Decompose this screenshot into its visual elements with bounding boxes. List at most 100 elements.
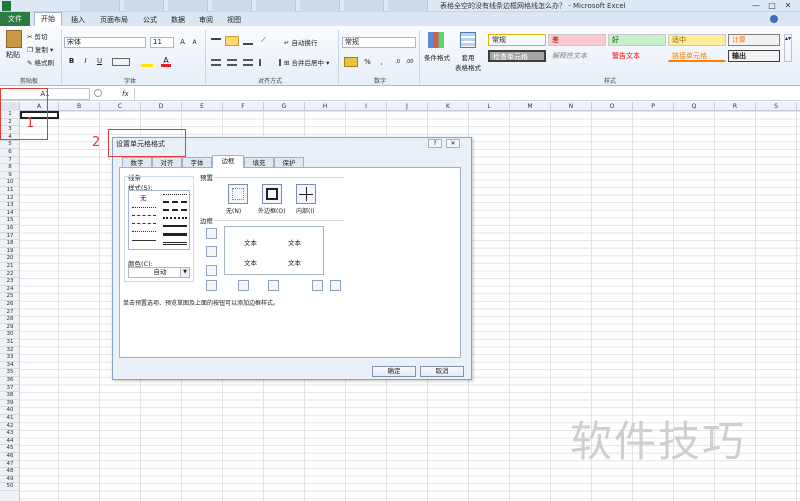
row-header[interactable]: 35 <box>0 369 20 377</box>
redo-icon[interactable] <box>44 1 53 10</box>
row-header[interactable]: 38 <box>0 392 20 400</box>
row-header[interactable]: 14 <box>0 210 20 218</box>
undo-icon[interactable] <box>26 1 35 10</box>
taskbar-tab[interactable] <box>388 0 428 12</box>
row-header[interactable]: 7 <box>0 157 20 165</box>
cancel-entry-icon[interactable] <box>94 89 102 97</box>
styles-scroll[interactable]: ▴▾ <box>784 34 792 62</box>
line-style-option[interactable] <box>132 223 156 224</box>
top-align-icon[interactable] <box>211 38 221 45</box>
chevron-down-icon[interactable]: ▼ <box>180 268 189 277</box>
number-format-combo[interactable]: 常规 <box>342 37 416 48</box>
style-warning[interactable]: 警告文本 <box>608 50 666 62</box>
decrease-indent-icon[interactable] <box>259 59 268 66</box>
column-header[interactable]: J <box>387 102 428 111</box>
borders-icon[interactable] <box>112 58 130 66</box>
row-header[interactable]: 39 <box>0 400 20 408</box>
row-header[interactable]: 46 <box>0 453 20 461</box>
line-style-option[interactable] <box>163 194 187 195</box>
comma-button[interactable]: , <box>376 57 387 68</box>
row-header[interactable]: 40 <box>0 407 20 415</box>
border-diag-down-button[interactable] <box>330 280 341 291</box>
column-header[interactable]: B <box>59 102 100 111</box>
border-left-button[interactable] <box>238 280 249 291</box>
column-header[interactable]: D <box>141 102 182 111</box>
line-style-option[interactable] <box>163 201 187 203</box>
row-header[interactable]: 32 <box>0 347 20 355</box>
taskbar-tab[interactable] <box>300 0 340 12</box>
tab-formulas[interactable]: 公式 <box>138 14 162 26</box>
row-header[interactable]: 16 <box>0 225 20 233</box>
wrap-text-button[interactable]: ↵ 自动换行 <box>284 37 318 47</box>
font-color-icon[interactable]: A <box>161 56 171 67</box>
row-header[interactable]: 10 <box>0 179 20 187</box>
row-header[interactable]: 26 <box>0 301 20 309</box>
column-header[interactable]: H <box>305 102 346 111</box>
row-header[interactable]: 20 <box>0 255 20 263</box>
preset-inside-button[interactable] <box>296 184 316 204</box>
row-header[interactable]: 6 <box>0 149 20 157</box>
taskbar-tab[interactable] <box>256 0 296 12</box>
insert-function-button[interactable]: fx <box>122 88 132 100</box>
column-header[interactable]: Q <box>674 102 715 111</box>
column-header[interactable]: C <box>100 102 141 111</box>
row-header[interactable]: 50 <box>0 483 20 491</box>
row-header[interactable]: 9 <box>0 172 20 180</box>
preset-outline-button[interactable] <box>262 184 282 204</box>
line-style-option[interactable] <box>132 231 156 232</box>
table-format-icon[interactable] <box>460 32 476 48</box>
row-header[interactable]: 44 <box>0 438 20 446</box>
orientation-icon[interactable]: ⟋ <box>258 35 269 46</box>
row-header[interactable]: 18 <box>0 240 20 248</box>
fill-color-icon[interactable] <box>141 57 153 67</box>
column-header[interactable]: G <box>264 102 305 111</box>
line-style-option[interactable] <box>163 217 187 219</box>
row-header[interactable]: 13 <box>0 202 20 210</box>
line-style-list[interactable] <box>128 190 190 250</box>
row-header[interactable]: 27 <box>0 309 20 317</box>
row-header[interactable]: 37 <box>0 385 20 393</box>
tab-page-layout[interactable]: 页面布局 <box>94 14 134 26</box>
row-header[interactable]: 23 <box>0 278 20 286</box>
column-header[interactable]: O <box>592 102 633 111</box>
row-header[interactable]: 49 <box>0 476 20 484</box>
row-header[interactable]: 34 <box>0 362 20 370</box>
row-header[interactable]: 31 <box>0 339 20 347</box>
row-header[interactable]: 24 <box>0 286 20 294</box>
row-header[interactable]: 42 <box>0 423 20 431</box>
dialog-tab-border[interactable]: 边框 <box>212 155 244 168</box>
format-painter-button[interactable]: ✎ 格式刷 <box>27 57 54 67</box>
center-icon[interactable] <box>227 59 237 66</box>
underline-button[interactable]: U <box>94 56 105 67</box>
taskbar-tab[interactable] <box>80 0 120 12</box>
taskbar-tab[interactable] <box>124 0 164 12</box>
dialog-close-button[interactable]: ✕ <box>446 139 460 148</box>
line-style-option[interactable] <box>132 240 156 241</box>
row-header[interactable]: 15 <box>0 217 20 225</box>
conditional-format-icon[interactable] <box>428 32 444 48</box>
font-name-combo[interactable]: 宋体 <box>64 37 146 48</box>
paste-button-label[interactable]: 粘贴 <box>6 50 20 60</box>
border-bottom-button[interactable] <box>206 265 217 276</box>
cut-button[interactable]: ✂ 剪切 <box>27 31 48 41</box>
column-header[interactable]: F <box>223 102 264 111</box>
ok-button[interactable]: 确定 <box>372 366 416 377</box>
border-diag-up-button[interactable] <box>206 280 217 291</box>
row-header[interactable]: 33 <box>0 354 20 362</box>
decrease-decimal-icon[interactable]: .00 <box>404 57 415 68</box>
shrink-font-icon[interactable]: A <box>189 37 200 48</box>
border-top-button[interactable] <box>206 228 217 239</box>
align-left-icon[interactable] <box>211 59 221 66</box>
italic-button[interactable]: I <box>80 56 91 67</box>
style-normal[interactable]: 常规 <box>488 34 546 46</box>
tab-insert[interactable]: 插入 <box>66 14 90 26</box>
tab-home[interactable]: 开始 <box>34 12 62 27</box>
row-header[interactable]: 8 <box>0 164 20 172</box>
column-header[interactable]: M <box>510 102 551 111</box>
preset-none-button[interactable] <box>228 184 248 204</box>
column-header[interactable]: P <box>633 102 674 111</box>
bottom-align-icon[interactable] <box>243 38 253 45</box>
style-output[interactable]: 输出 <box>728 50 780 62</box>
tab-data[interactable]: 数据 <box>166 14 190 26</box>
line-style-none[interactable]: 无 <box>140 192 147 202</box>
